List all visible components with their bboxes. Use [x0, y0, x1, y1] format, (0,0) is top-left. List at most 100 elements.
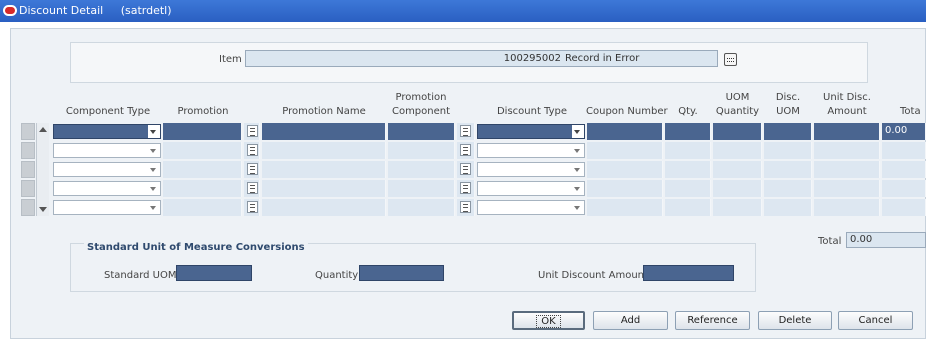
- row-selector[interactable]: [21, 161, 35, 178]
- reference-button[interactable]: Reference: [675, 311, 750, 330]
- chevron-down-icon: [574, 187, 580, 191]
- qty-cell[interactable]: [665, 142, 711, 159]
- unit-disc-amount-cell[interactable]: [814, 180, 880, 197]
- coupon-number-cell[interactable]: [587, 180, 663, 197]
- uom-quantity-cell[interactable]: [713, 142, 762, 159]
- ok-button[interactable]: OK: [512, 311, 585, 330]
- lov-cell: [244, 199, 260, 216]
- row-selector[interactable]: [21, 199, 35, 216]
- list-lookup-icon[interactable]: [247, 201, 258, 213]
- promotion-component-cell[interactable]: [388, 161, 455, 178]
- component-type-dropdown[interactable]: [53, 143, 161, 158]
- lov-cell: [244, 123, 260, 140]
- scroll-up-icon[interactable]: [39, 127, 47, 132]
- unit-disc-amount-cell[interactable]: [814, 161, 880, 178]
- promotion-name-cell[interactable]: [262, 142, 386, 159]
- promotion-cell[interactable]: [163, 142, 242, 159]
- promotion-component-cell[interactable]: [388, 199, 455, 216]
- disc-uom-cell[interactable]: [764, 180, 812, 197]
- lov-cell: [457, 142, 475, 159]
- header-qty: Qty.: [678, 106, 698, 117]
- promotion-component-cell[interactable]: [388, 180, 455, 197]
- header-unit-disc-amount-line1: Unit Disc.: [823, 92, 871, 103]
- lov-cell: [457, 123, 475, 140]
- standard-uom-field[interactable]: [176, 265, 252, 281]
- qty-cell[interactable]: [665, 161, 711, 178]
- list-lookup-icon[interactable]: [247, 144, 258, 156]
- unit-discount-amount-label: Unit Discount Amount: [538, 270, 648, 281]
- item-lookup-icon[interactable]: [724, 53, 737, 66]
- unit-discount-amount-field[interactable]: [643, 265, 734, 281]
- uom-quantity-cell[interactable]: [713, 123, 762, 140]
- promotion-name-cell[interactable]: [262, 180, 386, 197]
- promotion-cell[interactable]: [163, 123, 242, 140]
- unit-disc-amount-cell[interactable]: [814, 199, 880, 216]
- quantity-field[interactable]: [359, 265, 444, 281]
- qty-cell[interactable]: [665, 123, 711, 140]
- list-lookup-icon[interactable]: [247, 125, 258, 137]
- qty-cell[interactable]: [665, 180, 711, 197]
- add-button[interactable]: Add: [593, 311, 668, 330]
- delete-button[interactable]: Delete: [758, 311, 832, 330]
- discount-type-dropdown[interactable]: [477, 162, 585, 177]
- chevron-down-icon: [574, 149, 580, 153]
- total-cell[interactable]: [882, 199, 926, 216]
- header-total: Tota: [900, 106, 921, 117]
- chevron-down-icon: [150, 206, 156, 210]
- grid-scrollbar[interactable]: [36, 123, 49, 216]
- coupon-number-cell[interactable]: [587, 199, 663, 216]
- disc-uom-cell[interactable]: [764, 123, 812, 140]
- unit-disc-amount-cell[interactable]: [814, 123, 880, 140]
- total-cell[interactable]: 0.00: [882, 123, 926, 140]
- component-type-dropdown[interactable]: [53, 181, 161, 196]
- discount-type-dropdown[interactable]: [477, 200, 585, 215]
- window-title: Discount Detail (satrdetl): [19, 4, 172, 17]
- unit-disc-amount-cell[interactable]: [814, 142, 880, 159]
- component-type-dropdown[interactable]: [53, 162, 161, 177]
- discount-type-dropdown[interactable]: [477, 181, 585, 196]
- discount-type-dropdown[interactable]: [477, 143, 585, 158]
- list-lookup-icon[interactable]: [247, 182, 258, 194]
- row-selector[interactable]: [21, 142, 35, 159]
- coupon-number-cell[interactable]: [587, 161, 663, 178]
- disc-uom-cell[interactable]: [764, 161, 812, 178]
- chevron-down-icon: [150, 130, 156, 134]
- header-promotion-name: Promotion Name: [282, 106, 366, 117]
- uom-quantity-cell[interactable]: [713, 161, 762, 178]
- coupon-number-cell[interactable]: [587, 142, 663, 159]
- total-cell[interactable]: [882, 161, 926, 178]
- promotion-name-cell[interactable]: [262, 123, 386, 140]
- disc-uom-cell[interactable]: [764, 199, 812, 216]
- row-selector[interactable]: [21, 180, 35, 197]
- component-type-dropdown[interactable]: [53, 200, 161, 215]
- chevron-down-icon: [574, 168, 580, 172]
- cancel-button[interactable]: Cancel: [838, 311, 913, 330]
- row-selector[interactable]: [21, 123, 35, 140]
- discount-type-dropdown[interactable]: [477, 124, 585, 139]
- qty-cell[interactable]: [665, 199, 711, 216]
- promotion-cell[interactable]: [163, 199, 242, 216]
- total-cell[interactable]: [882, 180, 926, 197]
- list-lookup-icon[interactable]: [247, 163, 258, 175]
- promotion-cell[interactable]: [163, 161, 242, 178]
- disc-uom-cell[interactable]: [764, 142, 812, 159]
- scroll-down-icon[interactable]: [39, 207, 47, 212]
- promotion-component-cell[interactable]: [388, 142, 455, 159]
- list-lookup-icon[interactable]: [460, 125, 471, 137]
- promotion-component-cell[interactable]: [388, 123, 455, 140]
- oracle-logo-icon: [3, 5, 17, 16]
- uom-quantity-cell[interactable]: [713, 180, 762, 197]
- item-number: 100295002: [503, 53, 561, 64]
- promotion-name-cell[interactable]: [262, 199, 386, 216]
- list-lookup-icon[interactable]: [460, 201, 471, 213]
- list-lookup-icon[interactable]: [460, 144, 471, 156]
- total-cell[interactable]: [882, 142, 926, 159]
- promotion-cell[interactable]: [163, 180, 242, 197]
- list-lookup-icon[interactable]: [460, 163, 471, 175]
- list-lookup-icon[interactable]: [460, 182, 471, 194]
- promotion-name-cell[interactable]: [262, 161, 386, 178]
- coupon-number-cell[interactable]: [587, 123, 663, 140]
- header-coupon-number: Coupon Number: [586, 106, 668, 117]
- uom-quantity-cell[interactable]: [713, 199, 762, 216]
- component-type-dropdown[interactable]: [53, 124, 161, 139]
